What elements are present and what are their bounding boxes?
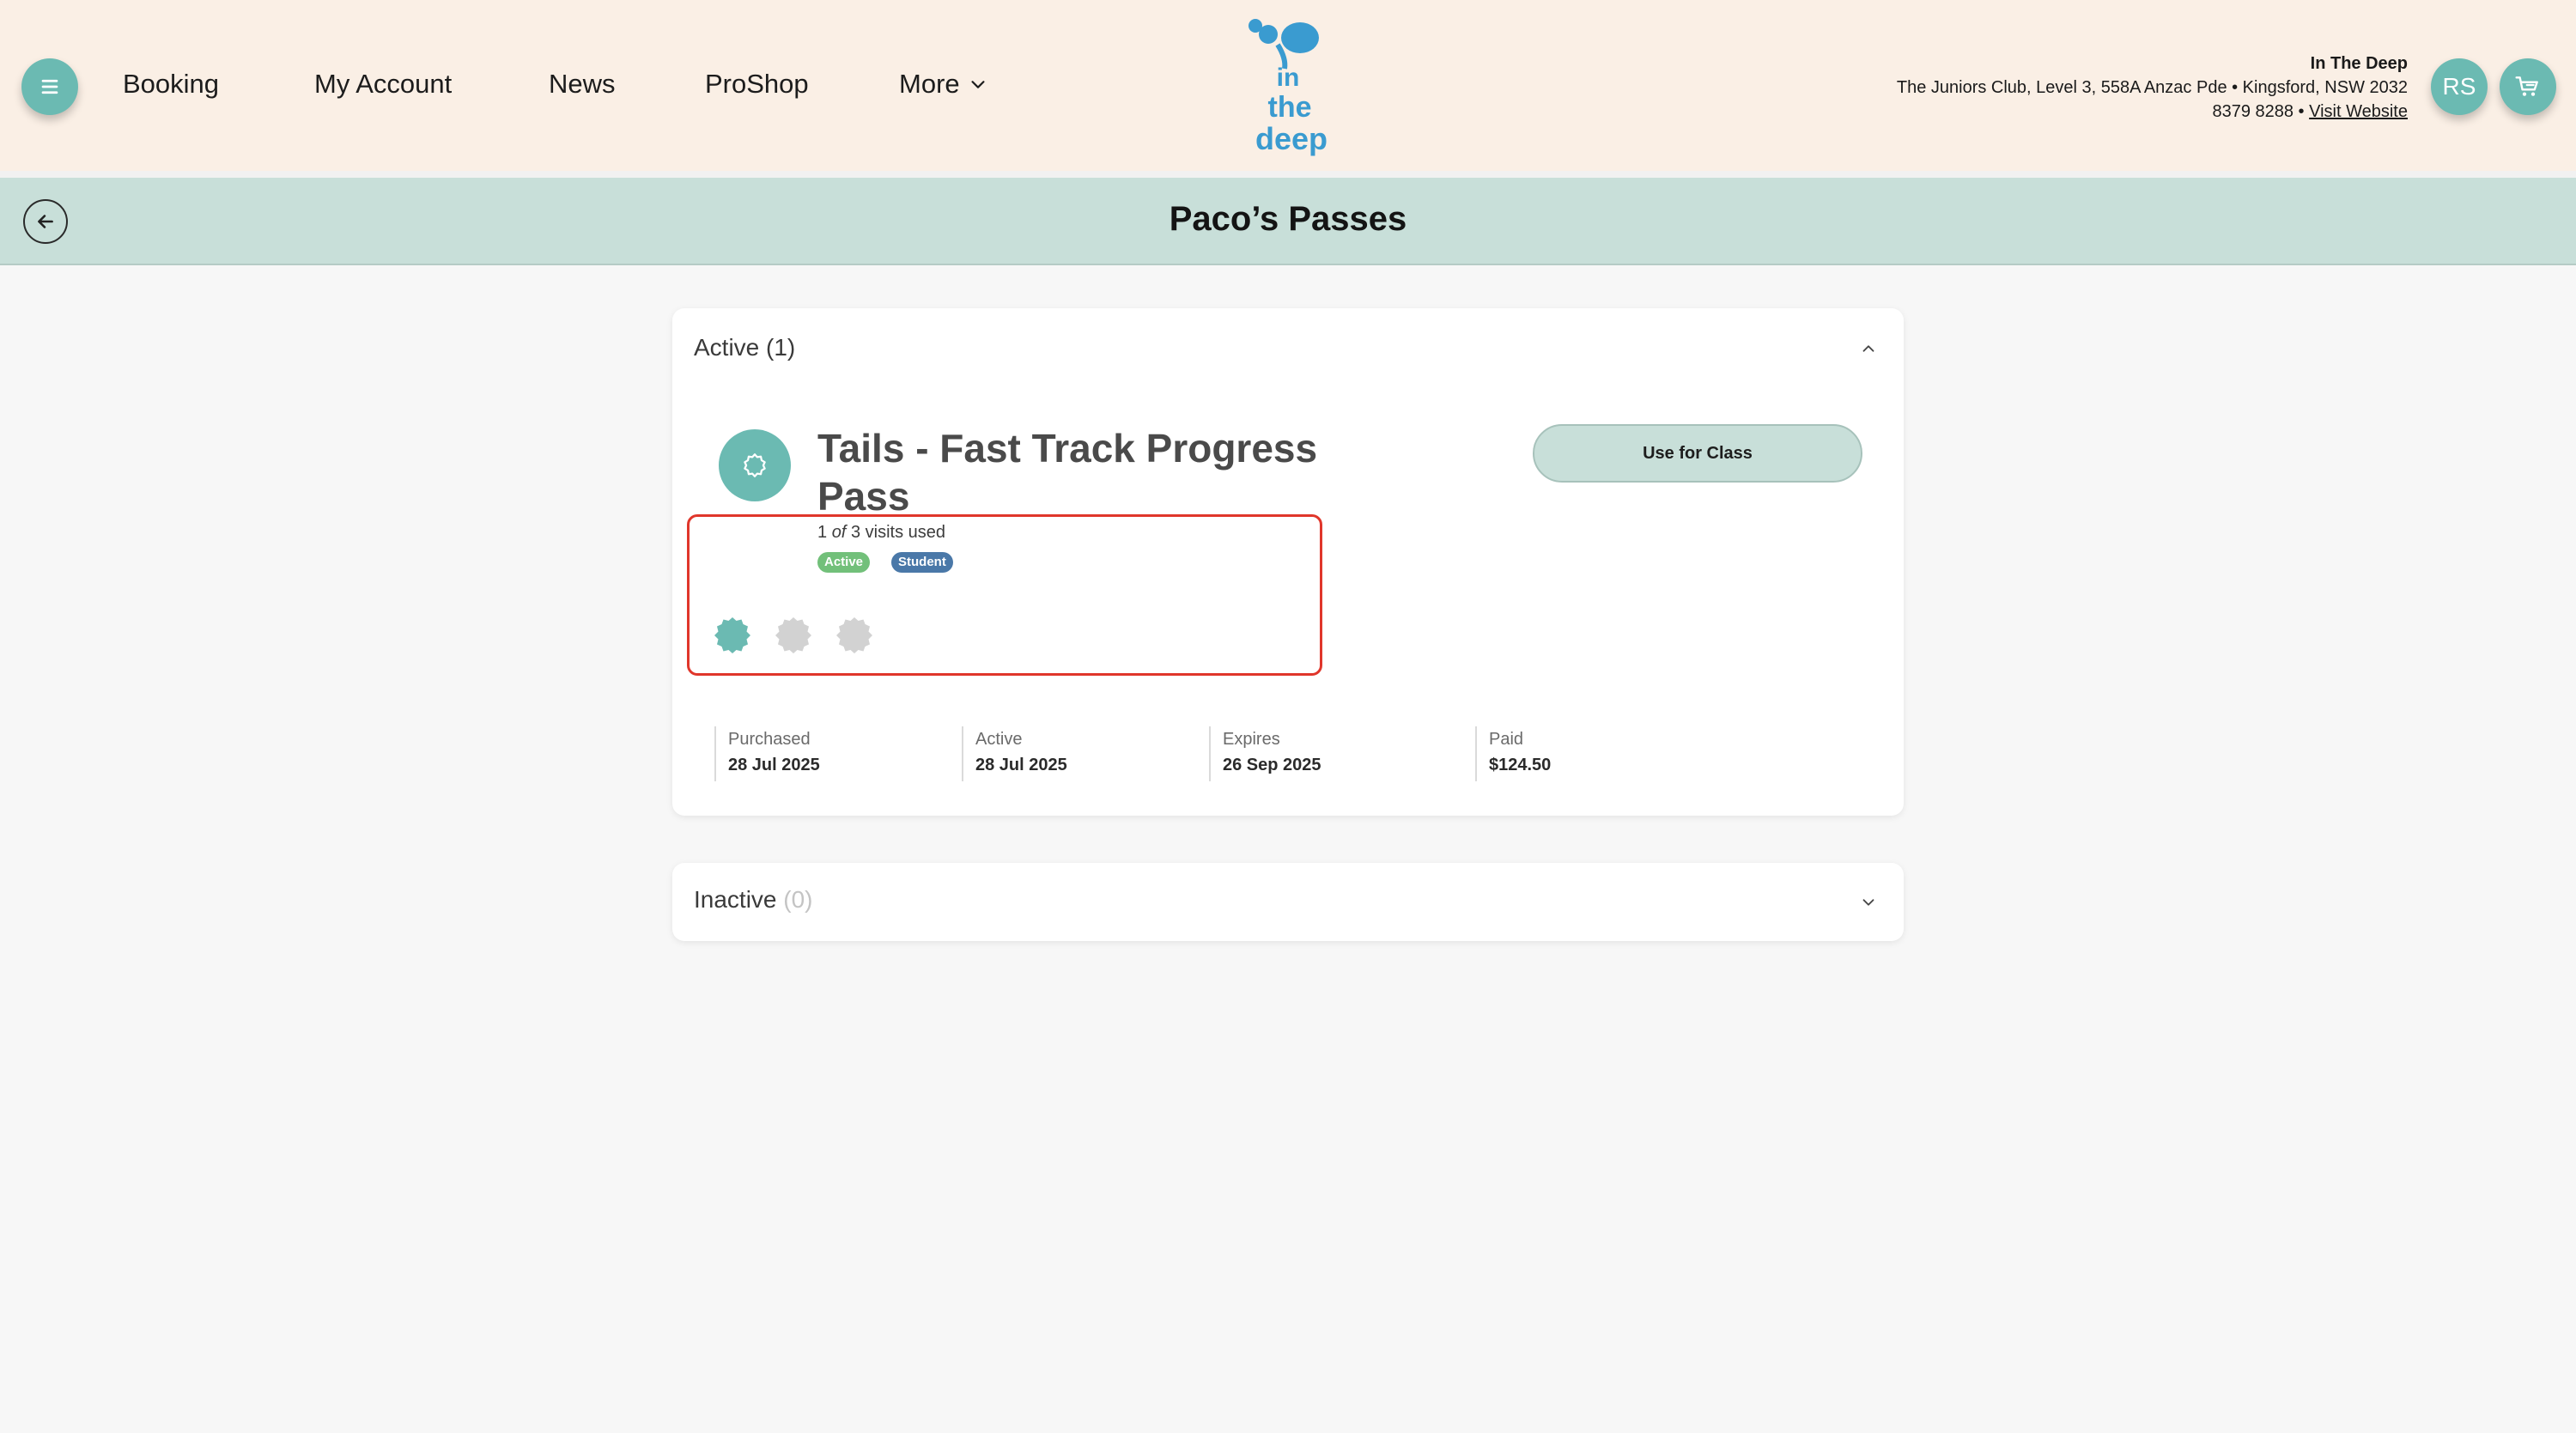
club-phone: 8379 8288 • — [2212, 102, 2305, 121]
inactive-passes-card[interactable]: Inactive (0) — [672, 863, 1904, 941]
active-section-label: Active — [694, 334, 760, 361]
nav-more-label: More — [899, 69, 960, 99]
nav-more-dropdown[interactable]: More — [899, 69, 987, 100]
inactive-section-header[interactable]: Inactive (0) — [694, 886, 813, 914]
nav-my-account[interactable]: My Account — [314, 69, 452, 100]
menu-button[interactable] — [21, 58, 78, 115]
detail-label: Expires — [1223, 730, 1280, 749]
page-title: Paco’s Passes — [1169, 200, 1407, 238]
use-for-class-button[interactable]: Use for Class — [1533, 424, 1862, 483]
detail-label: Paid — [1489, 730, 1524, 749]
club-info: In The Deep The Juniors Club, Level 3, 5… — [1897, 52, 2408, 124]
visits-highlight-box — [687, 514, 1322, 676]
pass-icon-badge — [719, 429, 791, 501]
in-the-deep-logo[interactable]: in the deep — [1247, 15, 1334, 157]
chevron-down-icon[interactable] — [1859, 893, 1878, 912]
detail-expires: Expires 26 Sep 2025 — [1209, 726, 1321, 781]
hamburger-icon — [41, 79, 58, 94]
logo-word-in: in — [1277, 64, 1300, 92]
active-passes-card: Active (1) Tails - Fast Track Progress P… — [672, 308, 1904, 816]
chevron-up-icon[interactable] — [1859, 339, 1878, 358]
detail-label: Active — [975, 730, 1023, 749]
logo-word-deep: deep — [1255, 121, 1327, 156]
cart-button[interactable] — [2500, 58, 2556, 115]
detail-active: Active 28 Jul 2025 — [962, 726, 1067, 781]
detail-value: 28 Jul 2025 — [975, 756, 1067, 774]
club-contact-line: 8379 8288 • Visit Website — [1897, 100, 2408, 124]
chevron-down-icon — [971, 81, 985, 88]
nav-news[interactable]: News — [549, 69, 616, 100]
inactive-section-count: (0) — [783, 886, 813, 913]
detail-purchased: Purchased 28 Jul 2025 — [714, 726, 820, 781]
detail-value: 26 Sep 2025 — [1223, 756, 1321, 774]
user-avatar-button[interactable]: RS — [2431, 58, 2488, 115]
active-section-header[interactable]: Active (1) — [694, 334, 795, 361]
gear-icon — [744, 453, 766, 477]
detail-value: $124.50 — [1489, 756, 1552, 774]
cart-icon — [2515, 76, 2538, 96]
detail-label: Purchased — [728, 730, 811, 749]
visit-website-link[interactable]: Visit Website — [2309, 102, 2408, 121]
header-divider — [0, 171, 2576, 178]
club-name: In The Deep — [2310, 54, 2408, 73]
active-section-count: (1) — [766, 334, 796, 361]
inactive-section-label: Inactive — [694, 886, 777, 913]
logo-word-the: the — [1268, 91, 1312, 124]
club-address: The Juniors Club, Level 3, 558A Anzac Pd… — [1896, 78, 2408, 97]
detail-paid: Paid $124.50 — [1475, 726, 1551, 781]
nav-booking[interactable]: Booking — [123, 69, 219, 100]
detail-value: 28 Jul 2025 — [728, 756, 820, 774]
pass-title: Tails - Fast Track Progress Pass — [817, 426, 1318, 519]
nav-proshop[interactable]: ProShop — [705, 69, 809, 100]
